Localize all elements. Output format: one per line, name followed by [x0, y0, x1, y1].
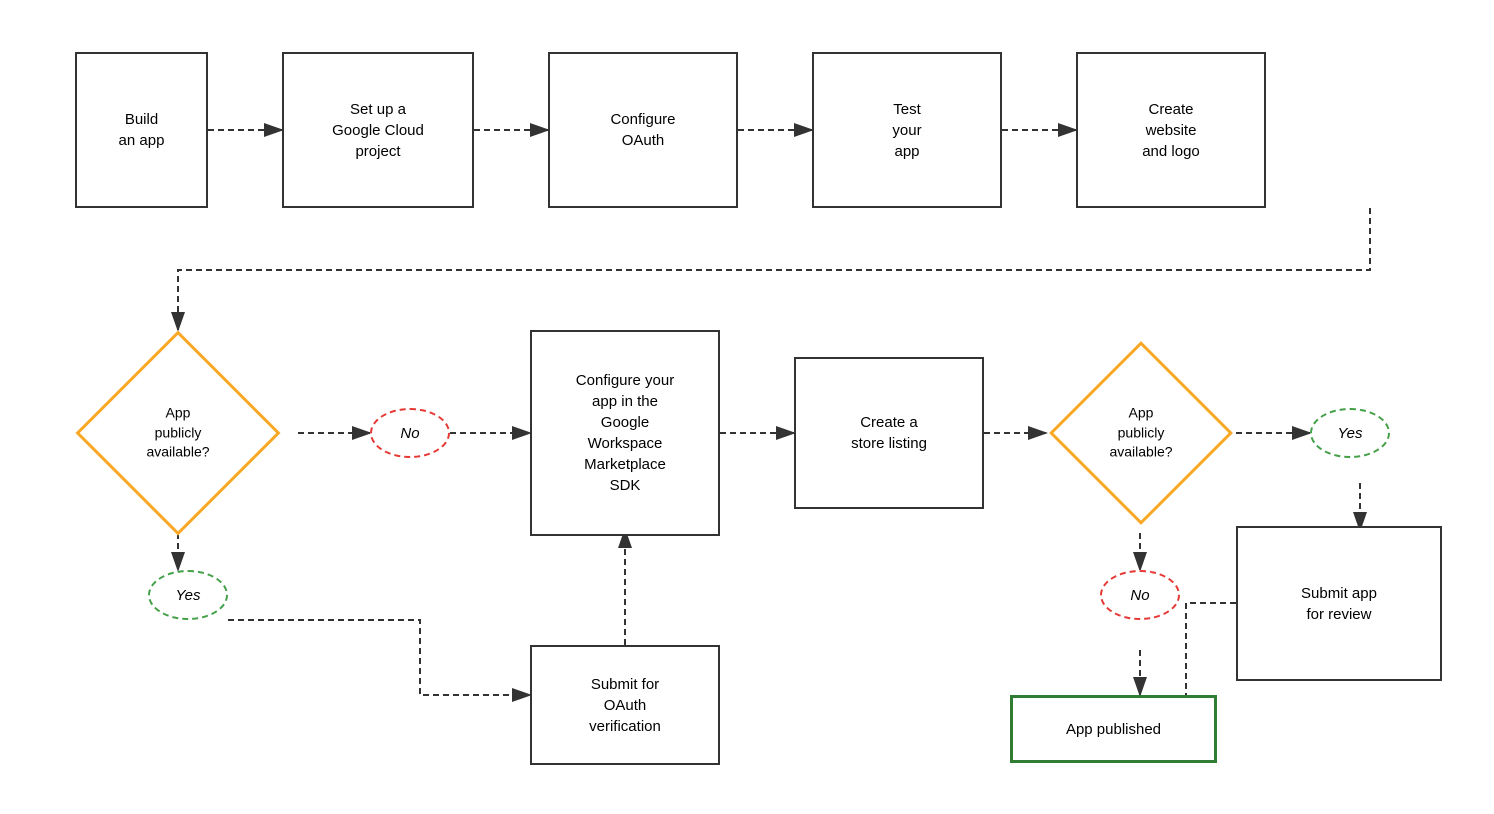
create-store-box: Create a store listing: [794, 357, 984, 509]
yes-right-label: Yes: [1337, 425, 1362, 442]
submit-review-box: Submit app for review: [1236, 526, 1442, 681]
configure-oauth-box: Configure OAuth: [548, 52, 738, 208]
configure-workspace-box: Configure your app in the Google Workspa…: [530, 330, 720, 536]
setup-google-box: Set up a Google Cloud project: [282, 52, 474, 208]
configure-oauth-label: Configure OAuth: [610, 109, 675, 151]
app-published-label: App published: [1066, 719, 1161, 740]
no-left-label: No: [400, 425, 419, 442]
build-app-box: Build an app: [75, 52, 208, 208]
no-right-label: No: [1130, 587, 1149, 604]
create-website-box: Create website and logo: [1076, 52, 1266, 208]
submit-oauth-box: Submit for OAuth verification: [530, 645, 720, 765]
app-public-left-label: App publicly available?: [123, 404, 233, 463]
test-app-box: Test your app: [812, 52, 1002, 208]
yes-left-oval: Yes: [148, 570, 228, 620]
app-public-left-diamond: App publicly available?: [68, 330, 288, 536]
build-app-label: Build an app: [119, 109, 165, 151]
yes-right-oval: Yes: [1310, 408, 1390, 458]
yes-left-label: Yes: [175, 587, 200, 604]
submit-review-label: Submit app for review: [1301, 583, 1377, 625]
submit-oauth-label: Submit for OAuth verification: [589, 674, 661, 737]
app-public-right-label: App publicly available?: [1091, 404, 1191, 463]
no-right-oval: No: [1100, 570, 1180, 620]
create-store-label: Create a store listing: [851, 412, 927, 454]
configure-workspace-label: Configure your app in the Google Workspa…: [576, 370, 674, 496]
create-website-label: Create website and logo: [1142, 99, 1200, 162]
app-published-box: App published: [1010, 695, 1217, 763]
app-public-right-diamond: App publicly available?: [1046, 330, 1236, 536]
no-left-oval: No: [370, 408, 450, 458]
setup-google-label: Set up a Google Cloud project: [332, 99, 424, 162]
flowchart-diagram: Build an app Set up a Google Cloud proje…: [0, 0, 1494, 814]
test-app-label: Test your app: [892, 99, 921, 162]
